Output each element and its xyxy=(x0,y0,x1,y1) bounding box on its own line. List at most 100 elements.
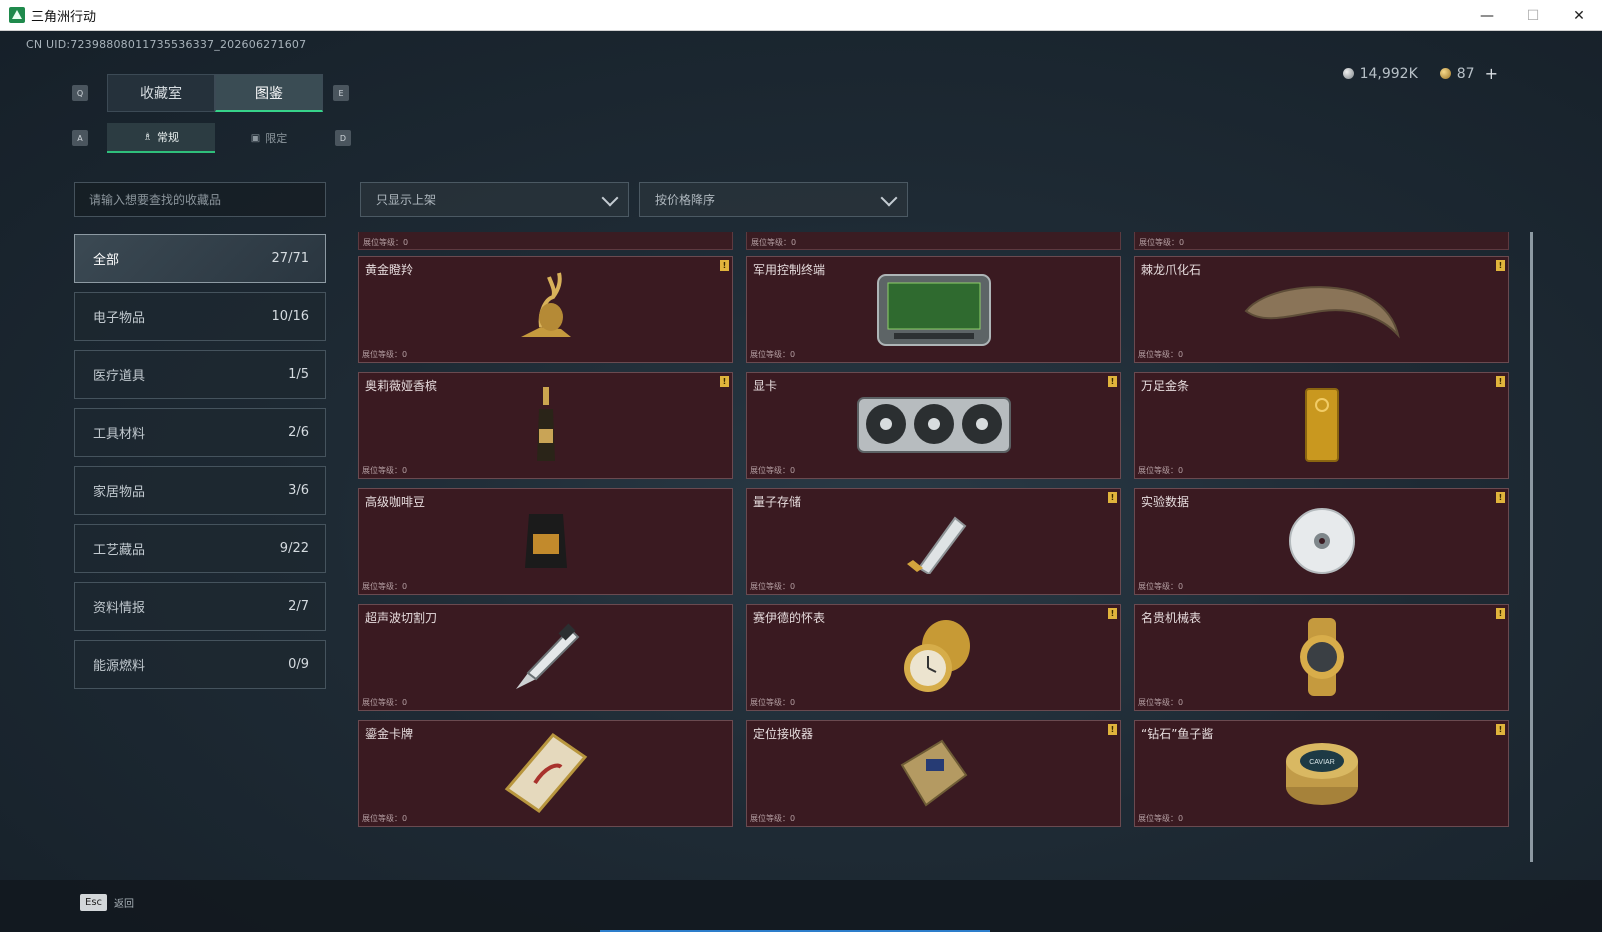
item-card[interactable]: 名贵机械表 ! 展位等级：0 xyxy=(1134,604,1509,711)
item-card[interactable]: 黄金瞪羚 ! 展位等级：0 xyxy=(358,256,733,363)
tab-catalog[interactable]: 图鉴 xyxy=(215,74,323,112)
gold-gazelle-icon xyxy=(501,269,591,353)
booth-level: 展位等级：0 xyxy=(362,582,408,591)
gold-coin-icon xyxy=(1439,68,1451,79)
item-card[interactable]: 赛伊德的怀表 ! 展位等级：0 xyxy=(746,604,1121,711)
tab-regular-label: 常规 xyxy=(156,131,179,144)
item-card[interactable]: 显卡 ! 展位等级：0 xyxy=(746,372,1121,479)
dinosaur-claw-icon xyxy=(1242,277,1402,345)
item-name: “钻石”鱼子酱 xyxy=(1141,727,1214,741)
item-card[interactable]: 高级咖啡豆 展位等级：0 xyxy=(358,488,733,595)
tab-limited[interactable]: ▣ 限定 xyxy=(215,123,323,153)
tab-regular[interactable]: ♗ 常规 xyxy=(107,123,215,153)
close-button[interactable]: ✕ xyxy=(1556,0,1602,31)
category-intel[interactable]: 资料情报 2/7 xyxy=(74,582,326,631)
silver-currency: 14,992K xyxy=(1342,64,1418,83)
window-controls: — ☐ ✕ xyxy=(1464,0,1602,31)
app-logo-icon xyxy=(9,7,25,23)
item-grid: 黄金瞪羚 ! 展位等级：0 军用控制终端 展位等级：0 棘龙爪化石 ! 展位等级… xyxy=(358,256,1509,827)
item-name: 棘龙爪化石 xyxy=(1141,263,1202,277)
category-label: 医疗道具 xyxy=(93,369,146,384)
category-count: 27/71 xyxy=(271,251,309,266)
shelf-filter-value: 只显示上架 xyxy=(376,193,437,207)
item-grid-container[interactable]: 展位等级：0 展位等级：0 展位等级：0 黄金瞪羚 ! 展位等级：0 军用控制终… xyxy=(358,232,1530,862)
previous-row-strip: 展位等级：0 展位等级：0 展位等级：0 xyxy=(358,232,1530,250)
pocket-watch-icon xyxy=(894,616,974,702)
category-all[interactable]: 全部 27/71 xyxy=(74,234,326,283)
category-crafts[interactable]: 工艺藏品 9/22 xyxy=(74,524,326,573)
booth-level: 展位等级：0 xyxy=(362,814,408,823)
category-tools[interactable]: 工具材料 2/6 xyxy=(74,408,326,457)
booth-level: 展位等级：0 xyxy=(1138,582,1184,591)
category-list: 全部 27/71 电子物品 10/16 医疗道具 1/5 工具材料 2/6 家居… xyxy=(74,234,326,698)
shelf-filter-dropdown[interactable]: 只显示上架 xyxy=(360,182,629,217)
booth-level: 展位等级：0 xyxy=(1138,698,1184,707)
back-button[interactable]: Esc 返回 xyxy=(80,894,134,911)
maximize-button[interactable]: ☐ xyxy=(1510,0,1556,31)
item-card[interactable]: 定位接收器 ! 展位等级：0 xyxy=(746,720,1121,827)
alert-badge: ! xyxy=(1496,492,1505,503)
limited-icon: ▣ xyxy=(250,132,261,144)
tab-collection-room[interactable]: 收藏室 xyxy=(107,74,215,112)
sort-dropdown[interactable]: 按价格降序 xyxy=(639,182,908,217)
caviar-tin-icon: CAVIAR xyxy=(1282,737,1362,813)
item-name: 万足金条 xyxy=(1141,379,1190,393)
booth-level: 展位等级：0 xyxy=(1138,814,1184,823)
category-count: 0/9 xyxy=(288,657,309,672)
item-name: 显卡 xyxy=(753,379,778,393)
item-name: 鎏金卡牌 xyxy=(365,727,414,741)
item-name: 实验数据 xyxy=(1141,495,1190,509)
category-count: 9/22 xyxy=(279,541,309,556)
category-count: 10/16 xyxy=(271,309,309,324)
minimize-button[interactable]: — xyxy=(1464,0,1510,31)
esc-key: Esc xyxy=(80,894,108,911)
alert-badge: ! xyxy=(1496,260,1505,271)
item-card[interactable]: 军用控制终端 展位等级：0 xyxy=(746,256,1121,363)
item-card[interactable]: 万足金条 ! 展位等级：0 xyxy=(1134,372,1509,479)
category-label: 工具材料 xyxy=(93,427,146,442)
window-title: 三角洲行动 xyxy=(31,9,97,25)
item-name: 赛伊德的怀表 xyxy=(753,611,826,625)
item-card[interactable]: 鎏金卡牌 展位等级：0 xyxy=(358,720,733,827)
item-card[interactable]: 超声波切割刀 展位等级：0 xyxy=(358,604,733,711)
add-currency-button[interactable]: + xyxy=(1485,64,1498,83)
wristwatch-icon xyxy=(1290,616,1354,702)
item-card[interactable]: “钻石”鱼子酱 ! CAVIAR 展位等级：0 xyxy=(1134,720,1509,827)
category-fuel[interactable]: 能源燃料 0/9 xyxy=(74,640,326,689)
booth-level: 展位等级：0 xyxy=(1138,350,1184,359)
booth-level: 展位等级：0 xyxy=(1138,466,1184,475)
category-electronics[interactable]: 电子物品 10/16 xyxy=(74,292,326,341)
item-name: 量子存储 xyxy=(753,495,802,509)
item-card[interactable]: 实验数据 ! 展位等级：0 xyxy=(1134,488,1509,595)
currency-bar: 14,992K 87 + xyxy=(1342,64,1498,83)
booth-level: 展位等级：0 xyxy=(750,814,796,823)
quantum-storage-icon xyxy=(899,508,969,578)
item-name: 超声波切割刀 xyxy=(365,611,438,625)
item-card[interactable]: 棘龙爪化石 ! 展位等级：0 xyxy=(1134,256,1509,363)
search-input[interactable]: 请输入想要查找的收藏品 xyxy=(74,182,326,217)
sort-value: 按价格降序 xyxy=(655,193,716,207)
category-count: 1/5 xyxy=(288,367,309,382)
partial-card: 展位等级：0 xyxy=(358,232,733,250)
partial-card: 展位等级：0 xyxy=(1134,232,1509,250)
alert-badge: ! xyxy=(1108,376,1117,387)
category-count: 3/6 xyxy=(288,483,309,498)
item-name: 奥莉薇娅香槟 xyxy=(365,379,438,393)
category-medical[interactable]: 医疗道具 1/5 xyxy=(74,350,326,399)
item-card[interactable]: 奥莉薇娅香槟 ! 展位等级：0 xyxy=(358,372,733,479)
grid-scrollbar[interactable] xyxy=(1530,232,1533,862)
item-card[interactable]: 量子存储 ! 展位等级：0 xyxy=(746,488,1121,595)
category-household[interactable]: 家居物品 3/6 xyxy=(74,466,326,515)
category-label: 能源燃料 xyxy=(93,659,146,674)
scroll-thumb[interactable] xyxy=(1530,232,1533,862)
partial-card: 展位等级：0 xyxy=(746,232,1121,250)
key-hint-q: Q xyxy=(72,85,88,101)
alert-badge: ! xyxy=(1108,724,1117,735)
alert-badge: ! xyxy=(1108,608,1117,619)
category-label: 资料情报 xyxy=(93,601,146,616)
booth-level: 展位等级：0 xyxy=(362,466,408,475)
gps-receiver-icon xyxy=(896,735,972,815)
booth-level: 展位等级：0 xyxy=(750,466,796,475)
coffee-bag-icon xyxy=(523,510,569,576)
category-label: 电子物品 xyxy=(93,311,146,326)
